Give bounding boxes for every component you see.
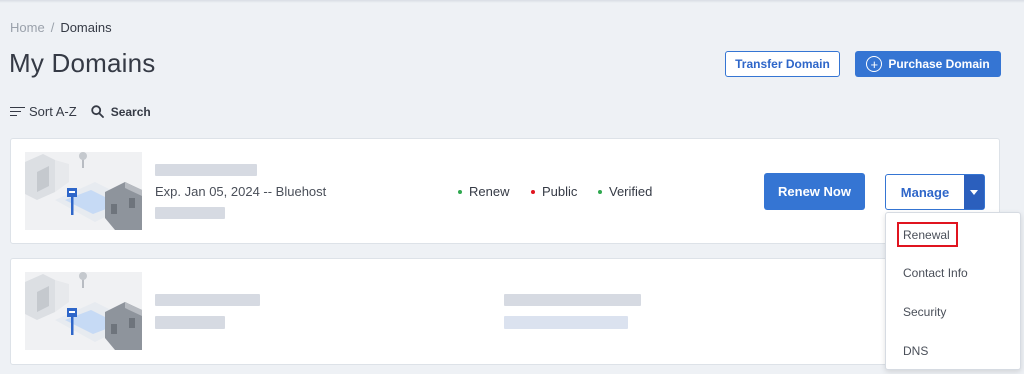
redacted-domain-info <box>155 207 225 219</box>
status-label: Renew <box>469 184 510 199</box>
status-dot <box>531 189 535 194</box>
status-public: Public <box>531 184 577 199</box>
status-renew: Renew <box>458 184 509 199</box>
sort-icon <box>10 106 25 118</box>
status-dot <box>598 189 602 194</box>
breadcrumb-current: Domains <box>60 20 112 35</box>
redacted-status <box>504 294 641 306</box>
top-shadow <box>0 0 1024 3</box>
page-title: My Domains <box>9 48 156 78</box>
menu-item-security[interactable]: Security <box>903 305 946 319</box>
purchase-domain-button[interactable]: + Purchase Domain <box>855 51 1001 77</box>
status-label: Public <box>542 184 578 199</box>
redacted-domain-name <box>155 164 257 176</box>
purchase-domain-label: Purchase Domain <box>888 57 990 71</box>
toolbar: Sort A-Z Search <box>10 104 151 119</box>
redacted-domain-name <box>155 294 260 306</box>
menu-item-renewal[interactable]: Renewal <box>903 228 950 242</box>
manage-button[interactable]: Manage <box>886 175 964 209</box>
sort-button[interactable]: Sort A-Z <box>10 104 77 119</box>
redacted-domain-info <box>155 316 225 329</box>
manage-dropdown-menu: Renewal Contact Info Security DNS <box>885 212 1021 370</box>
redacted-status-detail <box>504 316 628 329</box>
breadcrumb-home[interactable]: Home <box>10 20 45 35</box>
domain-illustration <box>25 272 142 350</box>
menu-item-dns[interactable]: DNS <box>903 344 928 358</box>
sort-label: Sort A-Z <box>29 104 77 119</box>
search-button[interactable]: Search <box>90 104 151 119</box>
menu-item-contact-info[interactable]: Contact Info <box>903 266 968 280</box>
search-label: Search <box>110 104 151 119</box>
status-label: Verified <box>609 184 653 199</box>
transfer-domain-button[interactable]: Transfer Domain <box>725 51 840 77</box>
manage-dropdown-toggle[interactable] <box>964 175 984 209</box>
domain-illustration <box>25 152 142 230</box>
breadcrumb: Home / Domains <box>10 20 112 35</box>
domain-card <box>10 258 1000 365</box>
breadcrumb-separator: / <box>50 20 55 35</box>
domain-card: Exp. Jan 05, 2024 -- Bluehost Renew Publ… <box>10 138 1000 244</box>
chevron-down-icon <box>970 189 978 195</box>
expiration-text: Exp. Jan 05, 2024 -- Bluehost <box>155 184 327 199</box>
status-verified: Verified <box>598 184 652 199</box>
status-dot <box>458 189 462 194</box>
plus-circle-icon: + <box>866 56 883 72</box>
search-icon <box>90 105 104 118</box>
manage-split-button: Manage <box>885 174 985 210</box>
renew-now-button[interactable]: Renew Now <box>764 173 865 210</box>
